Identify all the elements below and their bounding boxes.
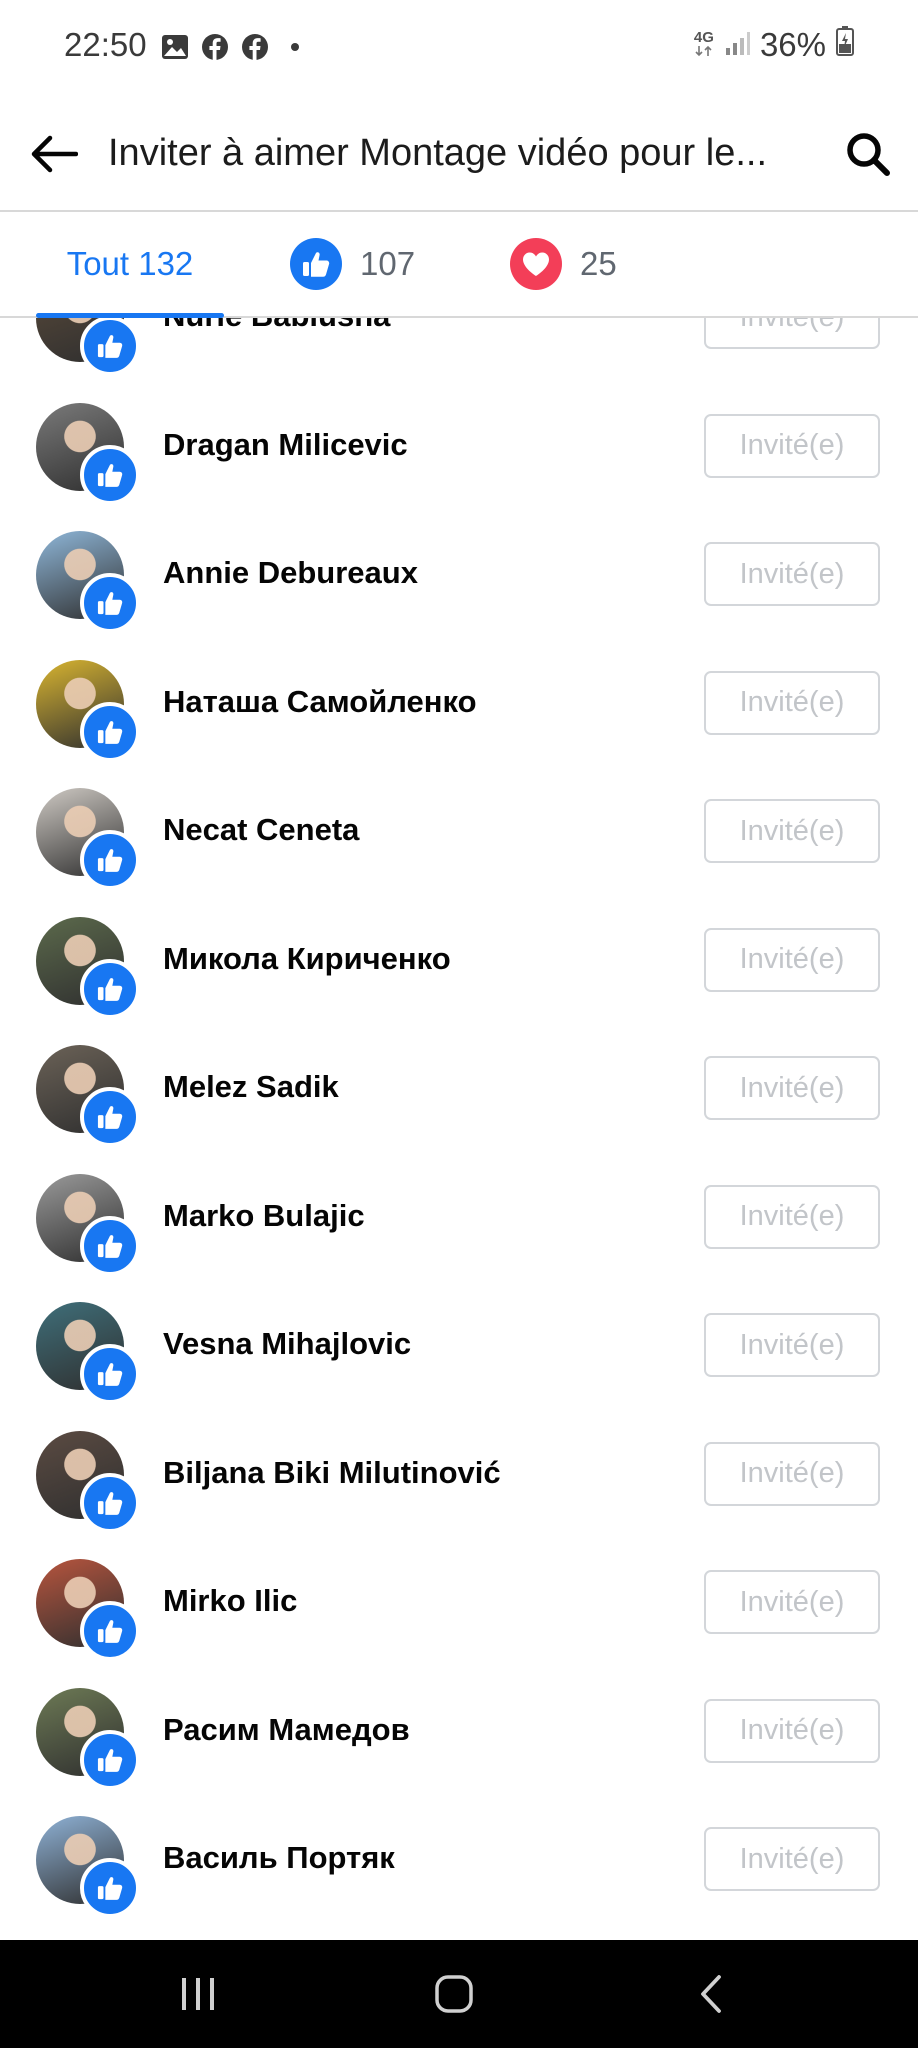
invited-button[interactable]: Invité(e) bbox=[704, 927, 880, 992]
invited-button[interactable]: Invité(e) bbox=[704, 1441, 880, 1506]
like-icon bbox=[290, 238, 342, 290]
list-item[interactable]: Mirko Ilic Invité(e) bbox=[0, 1539, 918, 1668]
list-item[interactable]: Marko Bulajic Invité(e) bbox=[0, 1154, 918, 1283]
invited-button[interactable]: Invité(e) bbox=[704, 1827, 880, 1891]
list-item[interactable]: Микола Кириченко Invité(e) bbox=[0, 897, 918, 1026]
like-count: 107 bbox=[360, 245, 416, 282]
person-name[interactable]: Annie Debureaux bbox=[163, 555, 418, 591]
tab-love[interactable]: 25 bbox=[510, 212, 617, 316]
invited-button[interactable]: Invité(e) bbox=[704, 799, 880, 863]
like-icon bbox=[80, 1472, 140, 1533]
person-name[interactable]: Василь Портяк bbox=[163, 1840, 395, 1876]
like-icon bbox=[80, 701, 140, 762]
person-name[interactable]: Biljana Biki Milutinović bbox=[163, 1455, 501, 1491]
invited-button[interactable]: Invité(e) bbox=[704, 413, 880, 478]
invited-button[interactable]: Invité(e) bbox=[704, 542, 880, 606]
arrow-left-icon bbox=[31, 135, 78, 173]
like-icon bbox=[80, 1858, 140, 1918]
invited-button[interactable]: Invité(e) bbox=[704, 1056, 880, 1120]
search-icon bbox=[847, 133, 890, 176]
love-icon bbox=[510, 238, 562, 290]
like-icon bbox=[80, 958, 140, 1019]
like-icon bbox=[80, 573, 140, 633]
network-type-icon: 4G bbox=[693, 28, 714, 60]
list-item[interactable]: Василь Портяк Invité(e) bbox=[0, 1796, 918, 1925]
list-item[interactable]: Melez Sadik Invité(e) bbox=[0, 1025, 918, 1154]
person-name[interactable]: Nurie Bablusha bbox=[163, 318, 390, 334]
list-item[interactable]: Наташа Самойленко Invité(e) bbox=[0, 640, 918, 769]
search-button[interactable] bbox=[840, 126, 896, 182]
list-item[interactable]: Расим Мамедов Invité(e) bbox=[0, 1668, 918, 1797]
dot-icon bbox=[280, 32, 310, 62]
person-name[interactable]: Marko Bulajic bbox=[163, 1198, 365, 1234]
like-icon bbox=[80, 1087, 140, 1147]
battery-percent: 36% bbox=[759, 26, 826, 63]
person-name[interactable]: Наташа Самойленко bbox=[163, 684, 477, 720]
list-item[interactable]: Nurie Bablusha Invité(e) bbox=[0, 318, 918, 383]
list-item[interactable]: Necat Ceneta Invité(e) bbox=[0, 768, 918, 897]
tab-all-label: Tout 132 bbox=[66, 245, 194, 282]
person-name[interactable]: Mirko Ilic bbox=[163, 1583, 297, 1619]
recent-apps-button[interactable] bbox=[168, 1964, 228, 2024]
recent-apps-icon bbox=[182, 1978, 214, 2010]
like-icon bbox=[80, 1215, 140, 1276]
invited-button[interactable]: Invité(e) bbox=[704, 1698, 880, 1763]
like-icon bbox=[80, 318, 140, 376]
battery-icon bbox=[836, 26, 854, 64]
invited-button[interactable]: Invité(e) bbox=[704, 670, 880, 735]
people-list[interactable]: Nurie Bablusha Invité(e) Dragan Milicevic I… bbox=[0, 318, 918, 1940]
tab-all[interactable]: Tout 132 bbox=[36, 212, 224, 318]
person-name[interactable]: Vesna Mihajlovic bbox=[163, 1326, 411, 1362]
list-item[interactable]: Biljana Biki Milutinović Invité(e) bbox=[0, 1411, 918, 1540]
like-icon bbox=[80, 444, 140, 505]
person-name[interactable]: Melez Sadik bbox=[163, 1069, 339, 1105]
status-right: 4G 36% bbox=[694, 26, 854, 64]
list-item[interactable]: Dragan Milicevic Invité(e) bbox=[0, 383, 918, 512]
list-item[interactable]: Vesna Mihajlovic Invité(e) bbox=[0, 1282, 918, 1411]
people-list-inner: Nurie Bablusha Invité(e) Dragan Milicevic I… bbox=[0, 318, 918, 1925]
back-button[interactable] bbox=[26, 126, 82, 182]
invited-button[interactable]: Invité(e) bbox=[704, 1184, 880, 1249]
signal-icon bbox=[724, 26, 750, 64]
chevron-left-icon bbox=[701, 1975, 721, 2013]
page-title: Inviter à aimer Montage vidéo pour le... bbox=[108, 132, 768, 174]
reaction-tabs: Tout 132 107 25 bbox=[0, 212, 918, 318]
tab-like[interactable]: 107 bbox=[290, 212, 415, 316]
invited-button[interactable]: Invité(e) bbox=[704, 1570, 880, 1634]
app-header: Inviter à aimer Montage vidéo pour le... bbox=[0, 96, 918, 212]
facebook-icon bbox=[200, 32, 230, 62]
person-name[interactable]: Расим Мамедов bbox=[163, 1712, 410, 1748]
love-count: 25 bbox=[580, 245, 617, 282]
person-name[interactable]: Necat Ceneta bbox=[163, 812, 359, 848]
invited-button[interactable]: Invité(e) bbox=[704, 1313, 880, 1377]
network-type-label: 4G bbox=[693, 28, 714, 46]
image-icon bbox=[160, 32, 190, 62]
notification-icons bbox=[160, 32, 310, 62]
like-icon bbox=[80, 1601, 140, 1661]
home-button[interactable] bbox=[424, 1964, 484, 2024]
person-name[interactable]: Dragan Milicevic bbox=[163, 427, 408, 463]
person-name[interactable]: Микола Кириченко bbox=[163, 941, 451, 977]
like-icon bbox=[80, 830, 140, 890]
system-nav-bar bbox=[0, 1940, 918, 2048]
list-item[interactable]: Annie Debureaux Invité(e) bbox=[0, 511, 918, 640]
status-bar: 22:50 4G 36% bbox=[0, 0, 918, 96]
status-time: 22:50 bbox=[64, 26, 147, 63]
like-icon bbox=[80, 1729, 140, 1790]
home-icon bbox=[435, 1975, 473, 2013]
back-nav-button[interactable] bbox=[682, 1964, 742, 2024]
invited-button[interactable]: Invité(e) bbox=[704, 318, 880, 349]
like-icon bbox=[80, 1344, 140, 1404]
facebook-icon bbox=[240, 32, 270, 62]
